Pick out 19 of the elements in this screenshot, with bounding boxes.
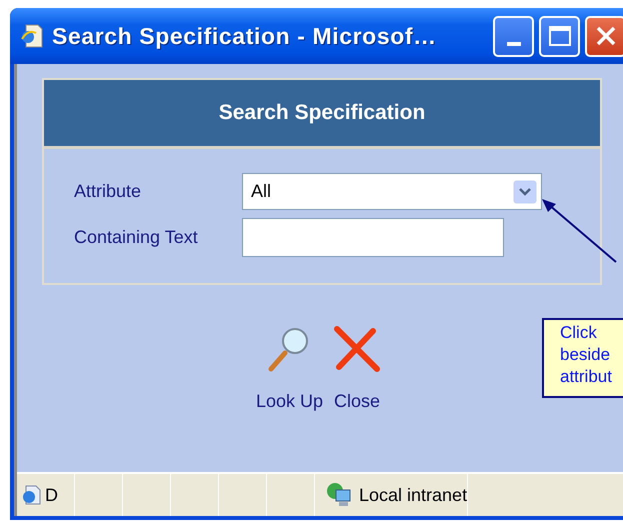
status-text: D [45,484,58,506]
browser-page-icon [20,23,44,49]
callout-note: Click beside attribut [542,318,623,398]
field-label: Attribute [74,181,142,202]
field-label: Containing Text [74,227,199,248]
panel-heading: Search Specification [218,101,426,125]
chevron-down-icon[interactable] [513,180,537,204]
look-up-button[interactable]: Look Up [256,325,324,412]
x-icon [333,325,382,373]
network-computer-icon [325,481,353,509]
text-input-field[interactable] [242,218,504,257]
close-action-button[interactable]: Close [333,325,382,412]
attribute-dropdown[interactable]: All [242,173,542,210]
minimize-button[interactable] [493,16,534,56]
close-button[interactable] [585,16,623,56]
browser-page-icon [21,485,41,505]
security-zone-text: Local intranet [359,484,468,506]
maximize-button[interactable] [539,16,580,56]
window-title: Search Specification - Microsof… [52,22,437,50]
